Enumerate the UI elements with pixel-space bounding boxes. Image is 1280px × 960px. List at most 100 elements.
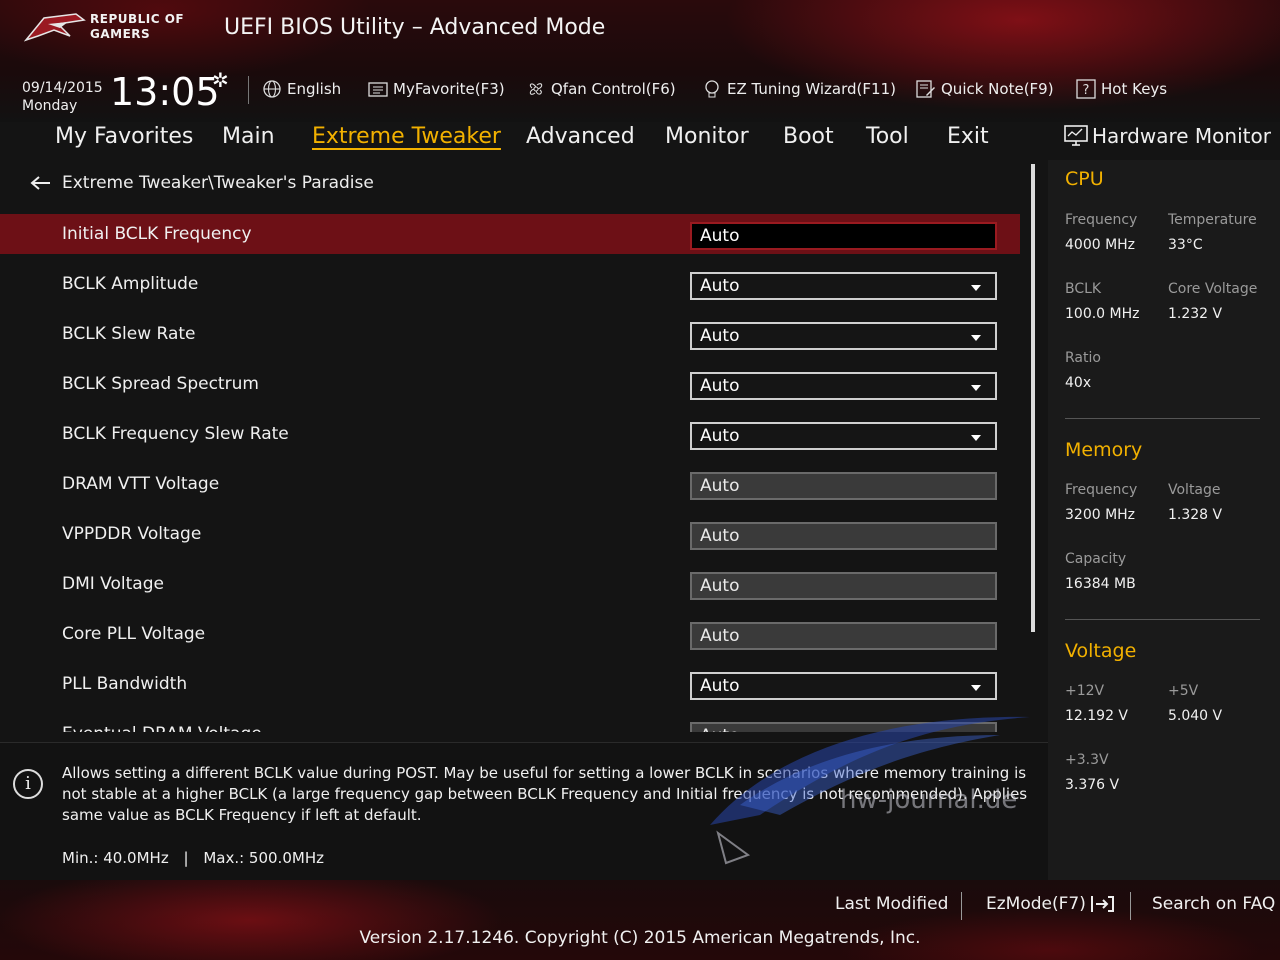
language-label: English [287, 80, 342, 98]
dropdown-value: Auto [700, 376, 740, 396]
toolbar-divider [248, 76, 249, 104]
brand-line-1: REPUBLIC OF [90, 12, 185, 26]
v12-label: +12V [1065, 683, 1105, 699]
svg-text:?: ? [1083, 83, 1090, 98]
breadcrumb-text: Extreme Tweaker\Tweaker's Paradise [62, 173, 374, 193]
switch-mode-icon [1090, 896, 1114, 912]
vppddr-voltage-input[interactable]: Auto [690, 522, 997, 550]
initial-bclk-input[interactable]: Auto [690, 222, 997, 250]
setting-label: DMI Voltage [62, 574, 164, 594]
date-block: 09/14/2015 Monday [22, 79, 103, 115]
ezmode-button[interactable]: EzMode(F7) [986, 894, 1116, 914]
hardware-monitor-title: Hardware Monitor [1064, 124, 1271, 148]
back-arrow-icon[interactable] [30, 175, 52, 191]
help-info-panel: i Allows setting a different BCLK value … [0, 742, 1048, 881]
setting-row-vppddr-voltage[interactable]: VPPDDR Voltage Auto [0, 514, 1020, 554]
breadcrumb: Extreme Tweaker\Tweaker's Paradise [30, 173, 374, 193]
footer-separator [1130, 892, 1131, 920]
cpu-frequency-value: 4000 MHz [1065, 237, 1136, 253]
settings-scrollbar[interactable] [1031, 164, 1035, 632]
bclk-label: BCLK [1065, 281, 1102, 297]
language-button[interactable]: English [262, 79, 341, 99]
capacity-value: 16384 MB [1065, 576, 1136, 592]
setting-label: DRAM VTT Voltage [62, 474, 220, 494]
tab-advanced[interactable]: Advanced [526, 124, 635, 149]
hardware-monitor-label: Hardware Monitor [1092, 124, 1271, 148]
myfavorite-label: MyFavorite(F3) [393, 80, 505, 98]
setting-label: Initial BCLK Frequency [62, 224, 252, 244]
bclk-amplitude-dropdown[interactable]: Auto [690, 272, 997, 300]
myfavorite-button[interactable]: MyFavorite(F3) [368, 79, 505, 99]
help-text: Allows setting a different BCLK value du… [62, 764, 1028, 824]
voltage-heading: Voltage [1065, 640, 1137, 662]
hot-keys-button[interactable]: ? Hot Keys [1076, 79, 1167, 99]
tab-exit[interactable]: Exit [947, 124, 989, 149]
dmi-voltage-input[interactable]: Auto [690, 572, 997, 600]
tab-main[interactable]: Main [222, 124, 275, 149]
globe-icon [263, 80, 281, 98]
value-range: Min.: 40.0MHz | Max.: 500.0MHz [62, 849, 324, 867]
settings-list: Initial BCLK Frequency Auto BCLK Amplitu… [0, 210, 1020, 732]
setting-row-dmi-voltage[interactable]: DMI Voltage Auto [0, 564, 1020, 604]
monitor-icon [1064, 125, 1088, 146]
qfan-label: Qfan Control(F6) [551, 80, 676, 98]
eventual-dram-voltage-input[interactable]: Auto [690, 722, 997, 732]
footer-separator [961, 892, 962, 920]
pll-bandwidth-dropdown[interactable]: Auto [690, 672, 997, 700]
search-faq-button[interactable]: Search on FAQ [1152, 894, 1275, 914]
top-bar: REPUBLIC OF GAMERS UEFI BIOS Utility – A… [0, 0, 1280, 122]
dropdown-value: Auto [700, 676, 740, 696]
setting-row-bclk-spread-spectrum[interactable]: BCLK Spread Spectrum Auto [0, 364, 1020, 404]
setting-row-core-pll-voltage[interactable]: Core PLL Voltage Auto [0, 614, 1020, 654]
memory-heading: Memory [1065, 439, 1143, 461]
max-value: Max.: 500.0MHz [203, 849, 324, 867]
favorite-list-icon [368, 82, 388, 97]
setting-row-pll-bandwidth[interactable]: PLL Bandwidth Auto [0, 664, 1020, 704]
brand-line-2: GAMERS [90, 27, 151, 41]
ez-tuning-wizard-button[interactable]: EZ Tuning Wizard(F11) [702, 79, 896, 99]
chevron-down-icon [971, 285, 981, 291]
setting-row-bclk-slew-rate[interactable]: BCLK Slew Rate Auto [0, 314, 1020, 354]
dropdown-value: Auto [700, 276, 740, 296]
tab-monitor[interactable]: Monitor [665, 124, 749, 149]
ratio-value: 40x [1065, 375, 1092, 391]
hot-keys-label: Hot Keys [1101, 80, 1168, 98]
v33-value: 3.376 V [1065, 777, 1120, 793]
core-pll-voltage-input[interactable]: Auto [690, 622, 997, 650]
setting-row-dram-vtt-voltage[interactable]: DRAM VTT Voltage Auto [0, 464, 1020, 504]
v5-label: +5V [1168, 683, 1199, 699]
qfan-control-button[interactable]: Qfan Control(F6) [526, 79, 676, 99]
dropdown-value: Auto [700, 326, 740, 346]
setting-row-initial-bclk[interactable]: Initial BCLK Frequency Auto [0, 214, 1020, 254]
clock-settings-gear-icon[interactable]: ✲ [212, 68, 229, 92]
chevron-down-icon [971, 335, 981, 341]
quick-note-label: Quick Note(F9) [941, 80, 1054, 98]
core-voltage-value: 1.232 V [1168, 306, 1223, 322]
bclk-spread-spectrum-dropdown[interactable]: Auto [690, 372, 997, 400]
tab-extreme-tweaker[interactable]: Extreme Tweaker [312, 124, 501, 149]
setting-row-bclk-amplitude[interactable]: BCLK Amplitude Auto [0, 264, 1020, 304]
cpu-frequency-label: Frequency [1065, 212, 1138, 228]
setting-row-bclk-frequency-slew-rate[interactable]: BCLK Frequency Slew Rate Auto [0, 414, 1020, 454]
setting-label: Eventual DRAM Voltage [62, 724, 262, 732]
footer-bar: Last Modified EzMode(F7) Search on FAQ V… [0, 880, 1280, 960]
ratio-label: Ratio [1065, 350, 1101, 366]
setting-label: BCLK Frequency Slew Rate [62, 424, 289, 444]
dram-vtt-voltage-input[interactable]: Auto [690, 472, 997, 500]
setting-label: Core PLL Voltage [62, 624, 206, 644]
note-pencil-icon [916, 80, 935, 98]
bclk-slew-rate-dropdown[interactable]: Auto [690, 322, 997, 350]
last-modified-button[interactable]: Last Modified [835, 894, 948, 914]
memory-frequency-value: 3200 MHz [1065, 507, 1136, 523]
lightbulb-icon [705, 80, 719, 98]
bclk-frequency-slew-rate-dropdown[interactable]: Auto [690, 422, 997, 450]
v33-label: +3.3V [1065, 752, 1109, 768]
tab-my-favorites[interactable]: My Favorites [55, 124, 193, 149]
quick-note-button[interactable]: Quick Note(F9) [916, 79, 1054, 99]
tab-tool[interactable]: Tool [866, 124, 909, 149]
setting-label: VPPDDR Voltage [62, 524, 202, 544]
setting-row-eventual-dram-voltage[interactable]: Eventual DRAM Voltage Auto [0, 714, 1020, 732]
tab-boot[interactable]: Boot [783, 124, 834, 149]
fan-icon [529, 83, 543, 95]
bclk-value: 100.0 MHz [1065, 306, 1140, 322]
